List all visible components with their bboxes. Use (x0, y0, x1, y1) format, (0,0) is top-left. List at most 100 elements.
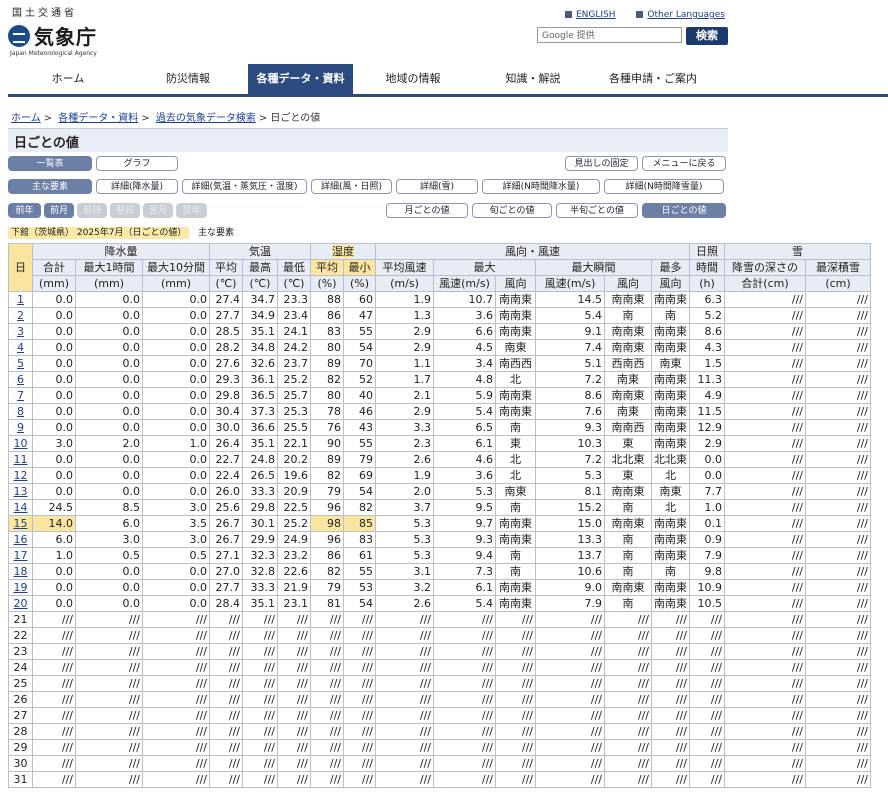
table-cell: 27.6 (209, 355, 243, 372)
daily-values-button[interactable]: 日ごとの値 (642, 203, 726, 218)
nav-disaster-info[interactable]: 防災情報 (128, 64, 248, 94)
day-cell: 27 (8, 707, 33, 724)
day-link[interactable]: 2 (17, 309, 24, 322)
day-link[interactable]: 20 (14, 597, 28, 610)
table-row: 9 0.0 0.0 0.0 30.0 36.6 25.5 76 43 3.3 6.5 南 9.3 南南西南… (8, 419, 871, 436)
table-cell: /// (375, 691, 434, 708)
day-cell: 19 (8, 579, 33, 596)
english-link[interactable]: ENGLISH (576, 10, 616, 20)
detail-wind-tab[interactable]: 詳細(風・日照) (311, 179, 392, 194)
half-dekad-values-button[interactable]: 半旬ごとの値 (556, 203, 638, 218)
detail-nrain-tab[interactable]: 詳細(N時間降水量) (482, 179, 600, 194)
breadcrumb-data[interactable]: 各種データ・資料 (58, 113, 138, 124)
next-day-button[interactable]: 翌日 (110, 203, 140, 218)
nav-home[interactable]: ホーム (8, 64, 128, 94)
table-cell: 0.0 (75, 419, 143, 436)
table-cell: 36.1 (242, 371, 278, 388)
day-link[interactable]: 15 (14, 517, 28, 530)
day-cell: 16 (8, 531, 33, 548)
table-cell: /// (805, 403, 871, 420)
dekad-values-button[interactable]: 旬ごとの値 (472, 203, 552, 218)
other-languages-link[interactable]: Other Languages (647, 10, 725, 20)
table-row: 16 6.0 3.0 3.0 26.7 29.9 24.9 96 83 5.3 9.3 南南東 13.3… (8, 531, 871, 548)
table-cell: 南東 (651, 483, 690, 500)
temp-avg-header: 平均 (209, 259, 243, 276)
table-cell: /// (805, 371, 871, 388)
day-link[interactable]: 14 (14, 501, 28, 514)
detail-nsnow-tab[interactable]: 詳細(N時間降雪量) (604, 179, 724, 194)
rain-max1h-header: 最大1時間 (75, 259, 143, 276)
fix-header-button[interactable]: 見出しの固定 (565, 156, 638, 171)
jma-logo-icon (8, 24, 30, 47)
day-cell: 22 (8, 627, 33, 644)
breadcrumb-home[interactable]: ホーム (11, 113, 41, 124)
table-cell: /// (495, 643, 536, 660)
table-cell: 33.3 (242, 483, 278, 500)
table-cell: /// (209, 739, 243, 756)
list-view-button[interactable]: 一覧表 (8, 156, 92, 171)
day-link[interactable]: 13 (14, 485, 28, 498)
table-cell: /// (310, 611, 344, 628)
day-link[interactable]: 6 (17, 373, 24, 386)
table-cell: /// (805, 451, 871, 468)
table-cell: 東 (604, 435, 652, 452)
table-cell: /// (651, 611, 690, 628)
prev-year-button[interactable]: 前年 (8, 203, 41, 218)
day-link[interactable]: 1 (17, 293, 24, 306)
table-cell: 27.1 (209, 547, 243, 564)
table-cell: 南 (651, 563, 690, 580)
back-to-menu-button[interactable]: メニューに戻る (642, 156, 726, 171)
detail-temp-tab[interactable]: 詳細(気温・蒸気圧・湿度) (182, 179, 307, 194)
prev-month-button[interactable]: 前月 (44, 203, 74, 218)
main-elements-tab[interactable]: 主な要素 (8, 179, 92, 194)
day-link[interactable]: 5 (17, 357, 24, 370)
detail-rain-tab[interactable]: 詳細(降水量) (96, 179, 178, 194)
jma-logo[interactable]: 国土交通省 気象庁 Japan Meteorological Agency (8, 4, 128, 57)
day-link[interactable]: 19 (14, 581, 28, 594)
monthly-values-button[interactable]: 月ごとの値 (386, 203, 468, 218)
nav-regional[interactable]: 地域の情報 (353, 64, 473, 94)
table-cell: /// (310, 659, 344, 676)
next-year-button[interactable]: 翌年 (176, 203, 207, 218)
table-cell: /// (375, 627, 434, 644)
table-cell: /// (805, 627, 871, 644)
table-cell: 33.3 (242, 579, 278, 596)
day-link[interactable]: 16 (14, 533, 28, 546)
day-link[interactable]: 17 (14, 549, 28, 562)
day-link[interactable]: 11 (14, 453, 28, 466)
day-link[interactable]: 8 (17, 405, 24, 418)
table-cell: 南南東 (651, 387, 690, 404)
table-cell: /// (375, 739, 434, 756)
detail-snow-tab[interactable]: 詳細(雪) (396, 179, 478, 194)
table-cell: /// (535, 691, 605, 708)
nav-knowledge[interactable]: 知識・解説 (473, 64, 593, 94)
table-cell: /// (142, 691, 210, 708)
breadcrumb-search[interactable]: 過去の気象データ検索 (156, 113, 256, 124)
search-button[interactable]: 検索 (686, 27, 728, 45)
table-cell: /// (805, 739, 871, 756)
table-cell: 8.6 (535, 387, 605, 404)
search-input[interactable]: Google 提供 (537, 27, 682, 43)
day-link[interactable]: 7 (17, 389, 24, 402)
day-link[interactable]: 18 (14, 565, 28, 578)
table-cell: 69 (343, 467, 376, 484)
next-month-button[interactable]: 翌月 (143, 203, 173, 218)
day-link[interactable]: 4 (17, 341, 24, 354)
day-cell: 10 (8, 435, 33, 452)
day-link[interactable]: 12 (14, 469, 28, 482)
nav-data[interactable]: 各種データ・資料 (248, 64, 353, 94)
day-link[interactable]: 3 (17, 325, 24, 338)
table-cell: 81 (310, 595, 344, 612)
prev-day-button[interactable]: 前日 (77, 203, 107, 218)
day-link[interactable]: 9 (17, 421, 24, 434)
table-cell: 12.9 (689, 419, 725, 436)
table-cell: /// (375, 643, 434, 660)
day-link[interactable]: 10 (14, 437, 28, 450)
table-row: 18 0.0 0.0 0.0 27.0 32.8 22.6 82 55 3.1 7.3 南 10.6 南南… (8, 563, 871, 580)
table-cell: /// (209, 675, 243, 692)
graph-view-button[interactable]: グラフ (96, 156, 178, 171)
table-cell: 5.3 (375, 531, 434, 548)
table-cell: /// (651, 691, 690, 708)
table-cell: 29.3 (209, 371, 243, 388)
nav-applications[interactable]: 各種申請・ご案内 (593, 64, 713, 94)
